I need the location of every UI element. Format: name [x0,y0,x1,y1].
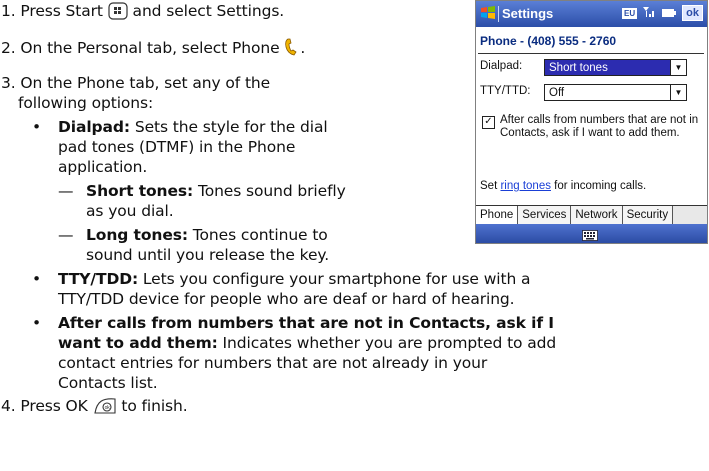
checkmark-icon: ✓ [484,116,493,127]
after-calls-term-2: want to add them: [58,334,218,352]
short-tones-text-1: Tones sound briefly [193,182,346,200]
dialpad-select[interactable]: Short tones ▼ [544,59,687,76]
tty-select-value: Off [549,87,565,99]
after-calls-line-2: want to add them: Indicates whether you … [58,333,556,353]
dialpad-label: Dialpad: [480,60,523,72]
ring-prefix: Set [480,180,501,192]
after-calls-text-2: Indicates whether you are prompted to ad… [217,334,557,352]
dialpad-text-1: Sets the style for the dial [130,118,328,136]
step-1-prefix: 1. Press Start [1,2,108,20]
dialpad-select-value: Short tones [545,60,670,75]
chevron-down-icon[interactable]: ▼ [670,85,686,100]
bottom-menu-bar [476,224,707,243]
bullet-tty-marker: • [32,270,42,288]
tty-term: TTY/TDD: [58,270,139,288]
short-tones-line-2: as you dial. [86,202,174,220]
signal-icon[interactable] [642,6,656,21]
step-2-suffix: . [300,39,306,57]
long-tones-line-1: Long tones: Tones continue to [86,225,328,245]
phone-title-bar: Settings EU ok [476,1,707,27]
start-icon [108,2,128,25]
tab-phone[interactable]: Phone [476,206,519,225]
step-2-prefix: 2. On the Personal tab, select Phone [1,39,285,57]
step-3-line-2: following options: [18,94,154,112]
step-4: 4. Press OK ok to finish. [1,396,188,420]
after-calls-term-1: After calls from numbers that are not in… [58,314,554,332]
add-contact-checkbox[interactable]: ✓ [482,116,495,129]
tab-services[interactable]: Services [518,206,572,225]
chevron-down-icon[interactable]: ▼ [670,60,686,75]
tty-desc-line-2: TTY/TDD device for people who are deaf o… [58,290,515,308]
long-tones-line-2: sound until you release the key. [86,246,330,264]
input-indicator[interactable]: EU [622,7,638,19]
short-tones-dash: — [58,182,74,200]
short-tones-line-1: Short tones: Tones sound briefly [86,181,346,201]
header-divider [478,53,704,54]
settings-tabs: Phone Services Network Security [476,205,707,225]
phone-title: Settings [502,6,554,21]
dialpad-desc-line-1: Dialpad: Sets the style for the dial [58,117,328,137]
ring-tones-line: Set ring tones for incoming calls. [480,180,646,192]
dialpad-desc-line-3: application. [58,158,148,176]
bullet-dialpad-marker: • [32,118,42,136]
tty-text-1: Lets you configure your smartphone for u… [138,270,531,288]
battery-icon[interactable] [661,6,677,21]
ok-button-icon: ok [93,397,117,420]
long-tones-term: Long tones: [86,226,188,244]
step-1-suffix: and select Settings. [127,2,285,20]
after-calls-line-3: contact entries for numbers that are not… [58,354,488,372]
step-3-line-1: 3. On the Phone tab, set any of the [1,74,271,92]
ring-suffix: for incoming calls. [550,180,647,192]
ok-button[interactable]: ok [682,5,703,21]
tty-select[interactable]: Off ▼ [544,84,687,101]
dialpad-desc-line-2: pad tones (DTMF) in the Phone [58,138,296,156]
add-contact-checkbox-label: After calls from numbers that are not in… [500,114,699,139]
bullet-after-calls-marker: • [32,314,42,332]
short-tones-term: Short tones: [86,182,194,200]
long-tones-dash: — [58,226,74,244]
phone-settings-screenshot: Settings EU ok Phone - (408) 555 - 2760 … [475,0,708,244]
phone-number-header: Phone - (408) 555 - 2760 [480,34,617,48]
long-tones-text-1: Tones continue to [187,226,328,244]
tab-security[interactable]: Security [622,206,674,225]
after-calls-line-4: Contacts list. [58,374,158,392]
tty-desc-line-1: TTY/TDD: Lets you configure your smartph… [58,269,531,289]
step-4-prefix: 4. Press OK [1,397,93,415]
title-separator [498,6,499,22]
status-tray: EU ok [622,5,703,21]
ring-tones-link[interactable]: ring tones [500,180,551,192]
step-4-suffix: to finish. [116,397,188,415]
svg-text:ok: ok [104,405,110,411]
windows-logo-icon[interactable] [480,5,496,24]
after-calls-line-1: After calls from numbers that are not in… [58,313,554,333]
tty-label: TTY/TTD: [480,85,531,97]
step-1: 1. Press Start and select Settings. [1,1,284,25]
step-2: 2. On the Personal tab, select Phone . [1,37,305,62]
tab-network[interactable]: Network [571,206,623,225]
keyboard-icon[interactable] [582,228,598,243]
phone-handset-icon [284,37,300,62]
dialpad-term: Dialpad: [58,118,131,136]
